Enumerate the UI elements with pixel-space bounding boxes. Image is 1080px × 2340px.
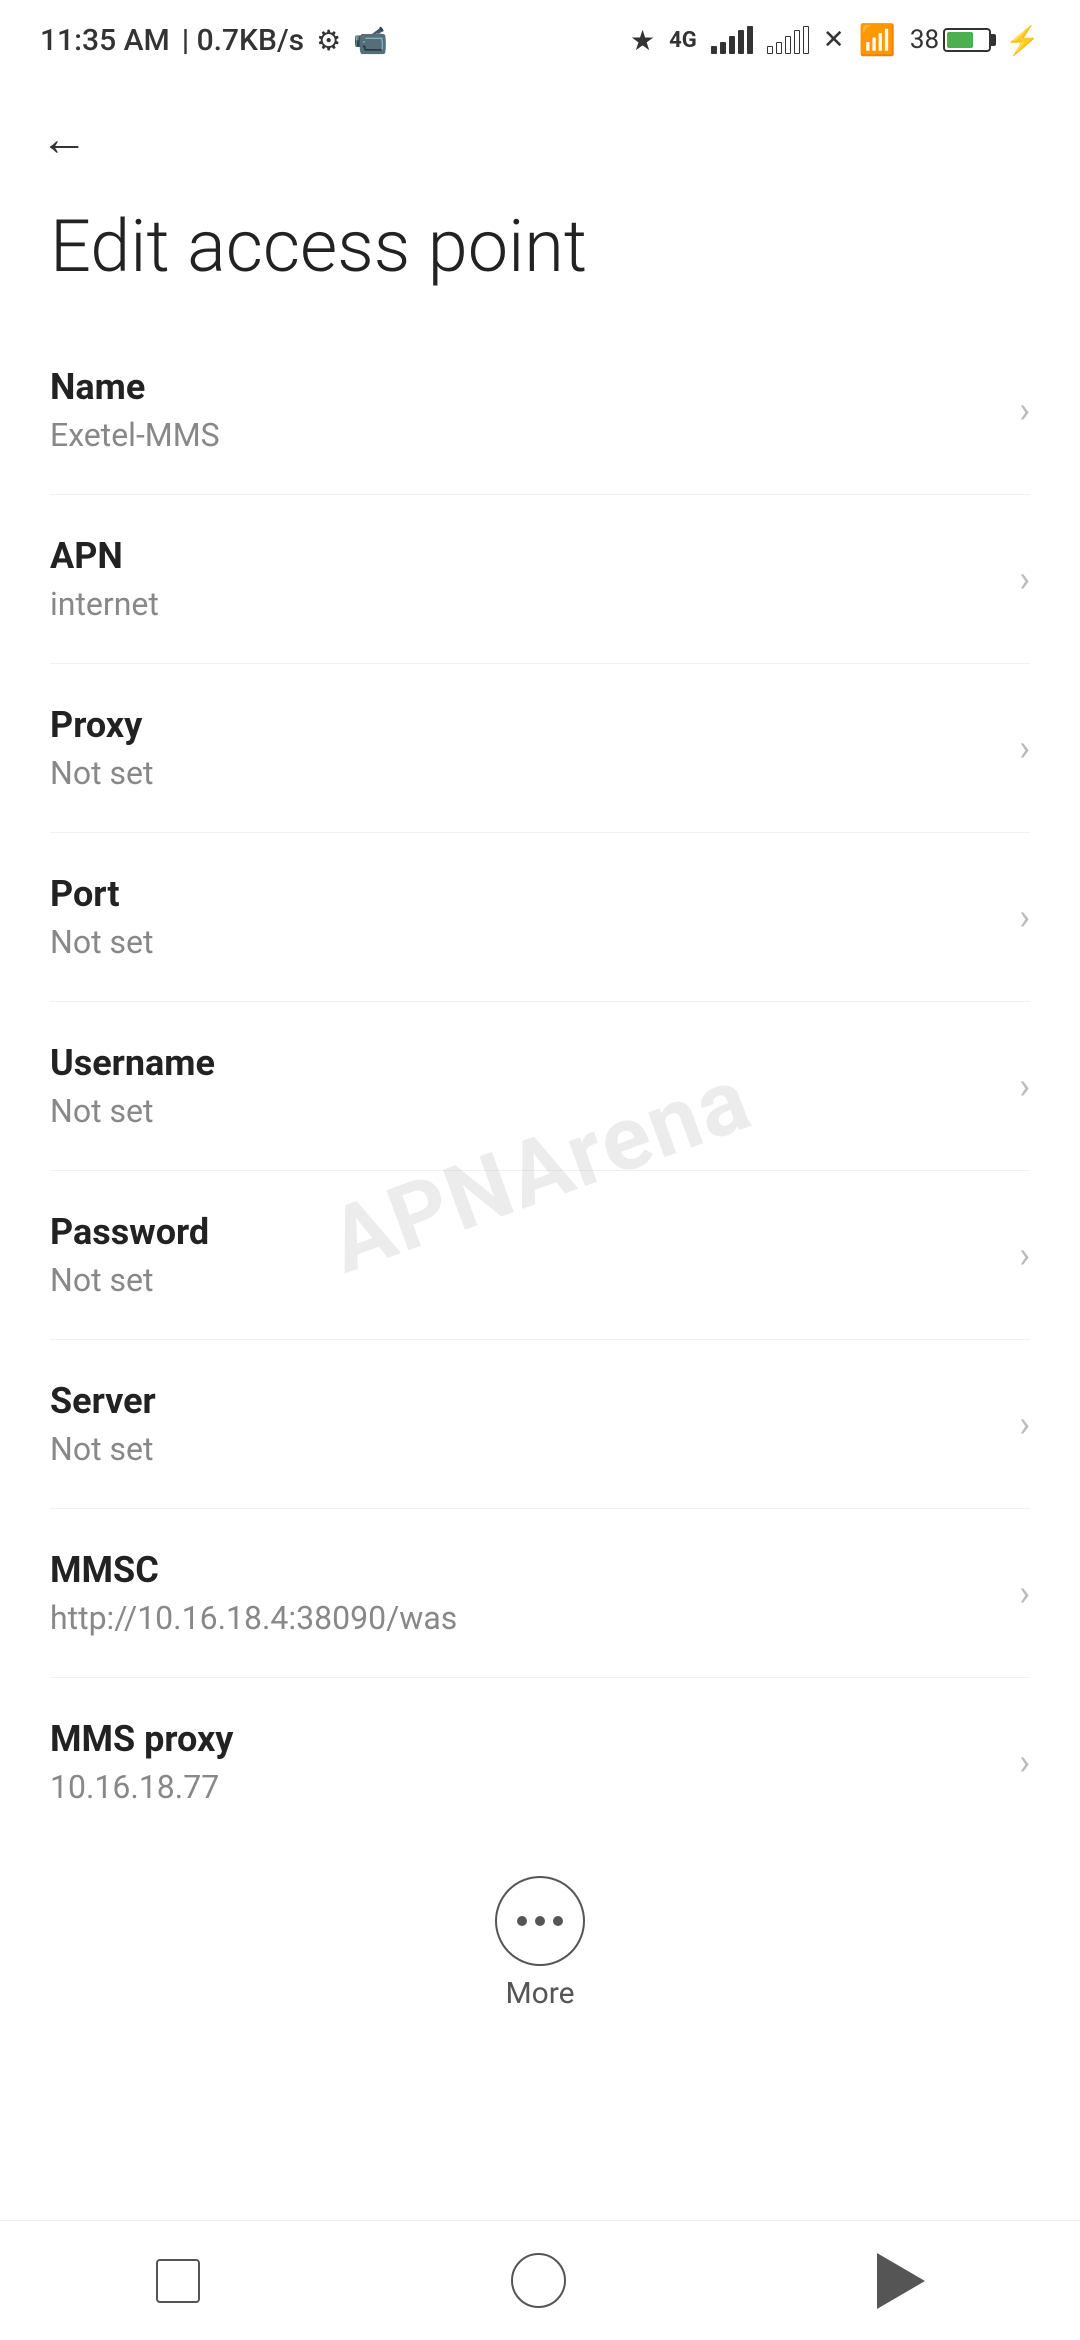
more-area: More <box>0 1846 1080 2031</box>
battery-percent: 38 <box>910 25 939 55</box>
settings-item-apn-value: internet <box>50 585 999 623</box>
settings-item-username-content: Username Not set <box>50 1042 999 1130</box>
back-button[interactable]: ← <box>30 100 98 177</box>
chevron-icon-port: › <box>1019 896 1030 938</box>
charging-icon: ⚡ <box>1005 24 1040 57</box>
settings-item-username-label: Username <box>50 1042 999 1084</box>
settings-item-server-content: Server Not set <box>50 1380 999 1468</box>
settings-item-password-label: Password <box>50 1211 999 1253</box>
settings-item-password[interactable]: Password Not set › <box>50 1171 1030 1340</box>
settings-item-port-value: Not set <box>50 923 999 961</box>
settings-item-mmsc[interactable]: MMSC http://10.16.18.4:38090/was › <box>50 1509 1030 1678</box>
settings-item-server-value: Not set <box>50 1430 999 1468</box>
settings-item-apn-content: APN internet <box>50 535 999 623</box>
nav-home-button[interactable] <box>511 2253 566 2308</box>
time-display: 11:35 AM <box>40 23 170 58</box>
settings-item-server-label: Server <box>50 1380 999 1422</box>
settings-item-username[interactable]: Username Not set › <box>50 1002 1030 1171</box>
chevron-icon-name: › <box>1019 389 1030 431</box>
more-dots-icon <box>517 1916 563 1926</box>
settings-item-mms-proxy[interactable]: MMS proxy 10.16.18.77 › <box>50 1678 1030 1846</box>
battery-container: 38 <box>910 25 991 55</box>
settings-item-apn-label: APN <box>50 535 999 577</box>
wifi-icon: 📶 <box>859 23 896 58</box>
settings-item-proxy-label: Proxy <box>50 704 999 746</box>
nav-recents-button[interactable] <box>156 2259 200 2303</box>
settings-item-mmsc-content: MMSC http://10.16.18.4:38090/was <box>50 1549 999 1637</box>
bluetooth-icon: ★ <box>630 24 655 57</box>
battery-box <box>943 28 991 52</box>
bottom-nav <box>0 2220 1080 2340</box>
chevron-icon-mms-proxy: › <box>1019 1741 1030 1783</box>
settings-item-name[interactable]: Name Exetel-MMS › <box>50 326 1030 495</box>
status-bar: 11:35 AM | 0.7KB/s ⚙ 📹 ★ 4G ✕ 📶 38 <box>0 0 1080 80</box>
signal-4g-label: 4G <box>669 28 697 53</box>
status-left: 11:35 AM | 0.7KB/s ⚙ 📹 <box>40 23 388 58</box>
battery-fill <box>947 32 973 48</box>
page-title-container: Edit access point <box>0 187 1080 326</box>
settings-item-name-content: Name Exetel-MMS <box>50 366 999 454</box>
home-icon <box>511 2253 566 2308</box>
settings-item-port-label: Port <box>50 873 999 915</box>
settings-item-server[interactable]: Server Not set › <box>50 1340 1030 1509</box>
nav-back-button[interactable] <box>877 2253 925 2309</box>
settings-item-apn[interactable]: APN internet › <box>50 495 1030 664</box>
chevron-icon-server: › <box>1019 1403 1030 1445</box>
settings-item-proxy-value: Not set <box>50 754 999 792</box>
chevron-icon-apn: › <box>1019 558 1030 600</box>
settings-item-name-label: Name <box>50 366 999 408</box>
video-icon: 📹 <box>353 24 388 57</box>
settings-item-mms-proxy-content: MMS proxy 10.16.18.77 <box>50 1718 999 1806</box>
status-right: ★ 4G ✕ 📶 38 ⚡ <box>630 23 1040 58</box>
chevron-icon-mmsc: › <box>1019 1572 1030 1614</box>
more-button[interactable] <box>495 1876 585 1966</box>
page-title: Edit access point <box>50 207 1030 286</box>
more-dot-3 <box>553 1916 563 1926</box>
settings-item-proxy-content: Proxy Not set <box>50 704 999 792</box>
settings-item-password-content: Password Not set <box>50 1211 999 1299</box>
more-dot-2 <box>535 1916 545 1926</box>
settings-icon: ⚙ <box>316 24 341 57</box>
settings-item-mms-proxy-value: 10.16.18.77 <box>50 1768 999 1806</box>
signal-bars-2 <box>767 26 809 54</box>
chevron-icon-proxy: › <box>1019 727 1030 769</box>
settings-item-port-content: Port Not set <box>50 873 999 961</box>
settings-list: Name Exetel-MMS › APN internet › Proxy N… <box>0 326 1080 1846</box>
back-icon <box>877 2253 925 2309</box>
header: ← <box>0 80 1080 187</box>
more-label: More <box>505 1976 574 2011</box>
settings-item-password-value: Not set <box>50 1261 999 1299</box>
speed-display: | 0.7KB/s <box>182 23 304 58</box>
settings-item-username-value: Not set <box>50 1092 999 1130</box>
chevron-icon-username: › <box>1019 1065 1030 1107</box>
settings-item-port[interactable]: Port Not set › <box>50 833 1030 1002</box>
settings-item-proxy[interactable]: Proxy Not set › <box>50 664 1030 833</box>
chevron-icon-password: › <box>1019 1234 1030 1276</box>
settings-item-mmsc-label: MMSC <box>50 1549 999 1591</box>
signal-bars-1 <box>711 26 753 54</box>
signal-cross-icon: ✕ <box>823 25 845 55</box>
recents-icon <box>156 2259 200 2303</box>
settings-item-mmsc-value: http://10.16.18.4:38090/was <box>50 1599 999 1637</box>
settings-item-name-value: Exetel-MMS <box>50 416 999 454</box>
settings-item-mms-proxy-label: MMS proxy <box>50 1718 999 1760</box>
more-dot-1 <box>517 1916 527 1926</box>
